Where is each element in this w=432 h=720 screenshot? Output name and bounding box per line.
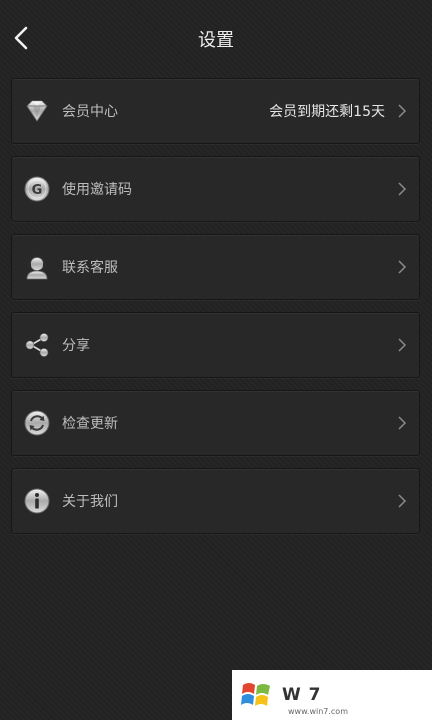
chevron-right-icon [398, 182, 407, 196]
share-icon [24, 332, 50, 358]
page-title: 设置 [198, 30, 234, 51]
check-update-label: 检查更新 [62, 416, 118, 432]
windows-logo-icon [232, 670, 282, 720]
member-center-label: 会员中心 [62, 104, 118, 120]
diamond-icon [24, 98, 50, 124]
chevron-right-icon [398, 494, 407, 508]
invite-code-row[interactable]: G 使用邀请码 [11, 156, 420, 222]
share-label: 分享 [62, 338, 90, 354]
info-icon [24, 488, 50, 514]
header-bar: 设置 [0, 0, 432, 78]
watermark-logo: W 7 www.win7.com [232, 670, 432, 720]
svg-text:G: G [32, 183, 43, 198]
chevron-right-icon [398, 260, 407, 274]
chevron-right-icon [398, 416, 407, 430]
share-row[interactable]: 分享 [11, 312, 420, 378]
customer-service-icon [24, 254, 50, 280]
chevron-right-icon [398, 104, 407, 118]
about-us-label: 关于我们 [62, 494, 118, 510]
check-update-row[interactable]: 检查更新 [11, 390, 420, 456]
membership-status-text: 会员到期还剩15天 [269, 104, 385, 120]
watermark-text: W 7 [282, 685, 322, 705]
update-icon [24, 410, 50, 436]
chevron-right-icon [398, 338, 407, 352]
contact-service-label: 联系客服 [62, 260, 118, 276]
invite-code-label: 使用邀请码 [62, 182, 132, 198]
contact-service-row[interactable]: 联系客服 [11, 234, 420, 300]
watermark-url: www.win7.com [288, 707, 348, 716]
invite-code-icon: G [24, 176, 50, 202]
about-us-row[interactable]: 关于我们 [11, 468, 420, 534]
member-center-row[interactable]: 会员中心 会员到期还剩15天 [11, 78, 420, 144]
